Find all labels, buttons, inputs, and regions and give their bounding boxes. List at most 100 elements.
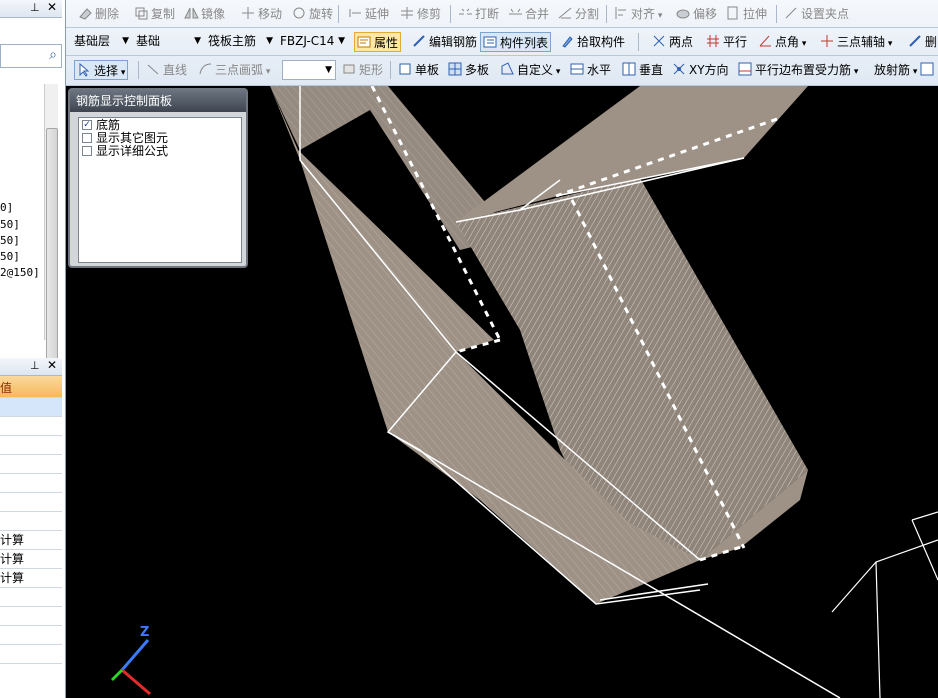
multi-slab-button[interactable]: 多板 — [448, 60, 489, 80]
three-point-arc-button[interactable]: 三点画弧 ▾ — [198, 60, 270, 80]
pin-icon[interactable]: ⊥ — [30, 1, 40, 14]
three-point-axis-label: 三点辅轴 — [837, 35, 886, 49]
element-name-select[interactable]: FBZJ-C14 ▼ — [276, 32, 348, 52]
edit-rebar-icon — [412, 34, 427, 48]
break-button[interactable]: 打断 — [458, 4, 499, 24]
parallel-button[interactable]: 平行 — [706, 32, 747, 52]
search-input[interactable]: ⌕ — [0, 44, 62, 68]
box-edge — [911, 519, 938, 581]
option-show-formula[interactable]: 显示详细公式 — [79, 145, 241, 157]
vertical-button[interactable]: 垂直 — [622, 60, 663, 80]
set-grip-button[interactable]: 设置夹点 — [784, 4, 849, 24]
list-item[interactable]: 50] — [0, 234, 20, 247]
floor-select[interactable]: 基础层 ▼ — [70, 32, 132, 52]
property-row[interactable] — [0, 512, 62, 531]
custom-label: 自定义 — [517, 63, 554, 77]
list-item[interactable]: 0] — [0, 201, 13, 214]
parallel-label: 平行 — [723, 35, 748, 49]
three-point-axis-button[interactable]: 三点辅轴 ▾ — [820, 32, 892, 52]
checkbox[interactable]: ✓ — [82, 120, 92, 130]
list-item[interactable]: 2@150] — [0, 266, 40, 279]
rect-label: 矩形 — [359, 63, 384, 77]
select-button[interactable]: 选择 ▾ — [74, 60, 129, 80]
element-name-value: FBZJ-C14 — [280, 34, 335, 48]
vertical-scrollbar[interactable] — [44, 84, 58, 414]
axis-y — [110, 668, 124, 682]
element-type-select[interactable]: 筏板主筋 ▼ — [204, 32, 276, 52]
offset-button[interactable]: 偏移 — [676, 4, 717, 24]
property-row[interactable] — [0, 607, 62, 626]
set-grip-label: 设置夹点 — [801, 7, 850, 21]
two-points-button[interactable]: 两点 — [652, 32, 693, 52]
property-row[interactable] — [0, 398, 62, 417]
trim-button[interactable]: 修剪 — [400, 4, 441, 24]
property-row[interactable] — [0, 645, 62, 664]
list-item[interactable]: 50] — [0, 250, 20, 263]
delete-label: 删除 — [95, 7, 120, 21]
xy-direction-button[interactable]: XY方向 — [672, 60, 729, 80]
split-button[interactable]: 分割 — [558, 4, 599, 24]
axis-x — [121, 668, 151, 696]
checkbox[interactable] — [82, 146, 92, 156]
stretch-button[interactable]: 拉伸 — [726, 4, 767, 24]
property-row[interactable] — [0, 588, 62, 607]
xy-direction-label: XY方向 — [689, 63, 729, 77]
radial-rebar-button[interactable]: 放射筋 ▾ — [874, 60, 917, 80]
property-row[interactable] — [0, 626, 62, 645]
align-button[interactable]: 对齐 ▾ — [614, 4, 662, 24]
merge-button[interactable]: 合并 — [508, 4, 549, 24]
element-list-button[interactable]: 构件列表 — [480, 32, 552, 52]
radial-rebar-label: 放射筋 — [874, 63, 911, 77]
point-angle-button[interactable]: 点角 ▾ — [758, 32, 806, 52]
property-row[interactable] — [0, 474, 62, 493]
checkbox[interactable] — [82, 133, 92, 143]
parallel-edge-rebar-button[interactable]: 平行边布置受力筋 ▾ — [738, 60, 858, 80]
horizontal-label: 水平 — [587, 63, 612, 77]
property-row[interactable]: 计算 — [0, 569, 62, 588]
rotate-button[interactable]: 旋转 — [292, 4, 333, 24]
pick-element-button[interactable]: 拾取构件 — [560, 32, 625, 52]
extend-button[interactable]: 延伸 — [348, 4, 389, 24]
delete-button[interactable]: 删除 — [78, 4, 119, 24]
point-angle-label: 点角 — [775, 35, 800, 49]
draw-mode-select[interactable]: ▼ — [282, 60, 336, 80]
parallel-edge-rebar-label: 平行边布置受力筋 — [755, 63, 852, 77]
merge-icon — [508, 6, 523, 20]
rotate-label: 旋转 — [309, 7, 334, 21]
vertical-label: 垂直 — [639, 63, 664, 77]
property-row[interactable]: 计算 — [0, 531, 62, 550]
rect-button[interactable]: 矩形 — [342, 60, 383, 80]
multi-slab-icon — [448, 62, 463, 76]
custom-button[interactable]: 自定义 ▾ — [500, 60, 560, 80]
option-bottom-rebar[interactable]: ✓ 底筋 — [79, 119, 241, 131]
stretch-label: 拉伸 — [743, 7, 768, 21]
list-item[interactable]: 50] — [0, 218, 20, 231]
toolbar-separator — [638, 33, 639, 51]
property-row[interactable] — [0, 493, 62, 512]
single-slab-label: 单板 — [415, 63, 440, 77]
property-button[interactable]: 属性 — [354, 32, 402, 52]
element-list-caption: ⊥ ✕ — [0, 0, 62, 18]
option-label: 显示详细公式 — [96, 144, 169, 158]
property-row[interactable] — [0, 436, 62, 455]
option-show-other-elements[interactable]: 显示其它图元 — [79, 132, 241, 144]
property-row[interactable]: 计算 — [0, 550, 62, 569]
single-slab-button[interactable]: 单板 — [398, 60, 439, 80]
close-icon[interactable]: ✕ — [47, 0, 57, 14]
split-icon — [558, 6, 573, 20]
edit-rebar-button[interactable]: 编辑钢筋 — [412, 32, 477, 52]
property-row[interactable] — [0, 417, 62, 436]
pin-icon[interactable]: ⊥ — [30, 359, 40, 372]
line-button[interactable]: 直线 — [146, 60, 187, 80]
overflow-button[interactable] — [920, 60, 937, 80]
move-button[interactable]: 移动 — [241, 4, 282, 24]
box-edge — [875, 561, 881, 698]
delete-axis-button[interactable]: 删 — [908, 32, 937, 52]
copy-button[interactable]: 复制 — [134, 4, 175, 24]
category-select[interactable]: 基础 ▼ — [132, 32, 204, 52]
close-icon[interactable]: ✕ — [47, 358, 57, 372]
horizontal-button[interactable]: 水平 — [570, 60, 611, 80]
mirror-button[interactable]: 镜像 — [184, 4, 225, 24]
search-icon[interactable]: ⌕ — [49, 47, 57, 63]
property-row[interactable] — [0, 455, 62, 474]
